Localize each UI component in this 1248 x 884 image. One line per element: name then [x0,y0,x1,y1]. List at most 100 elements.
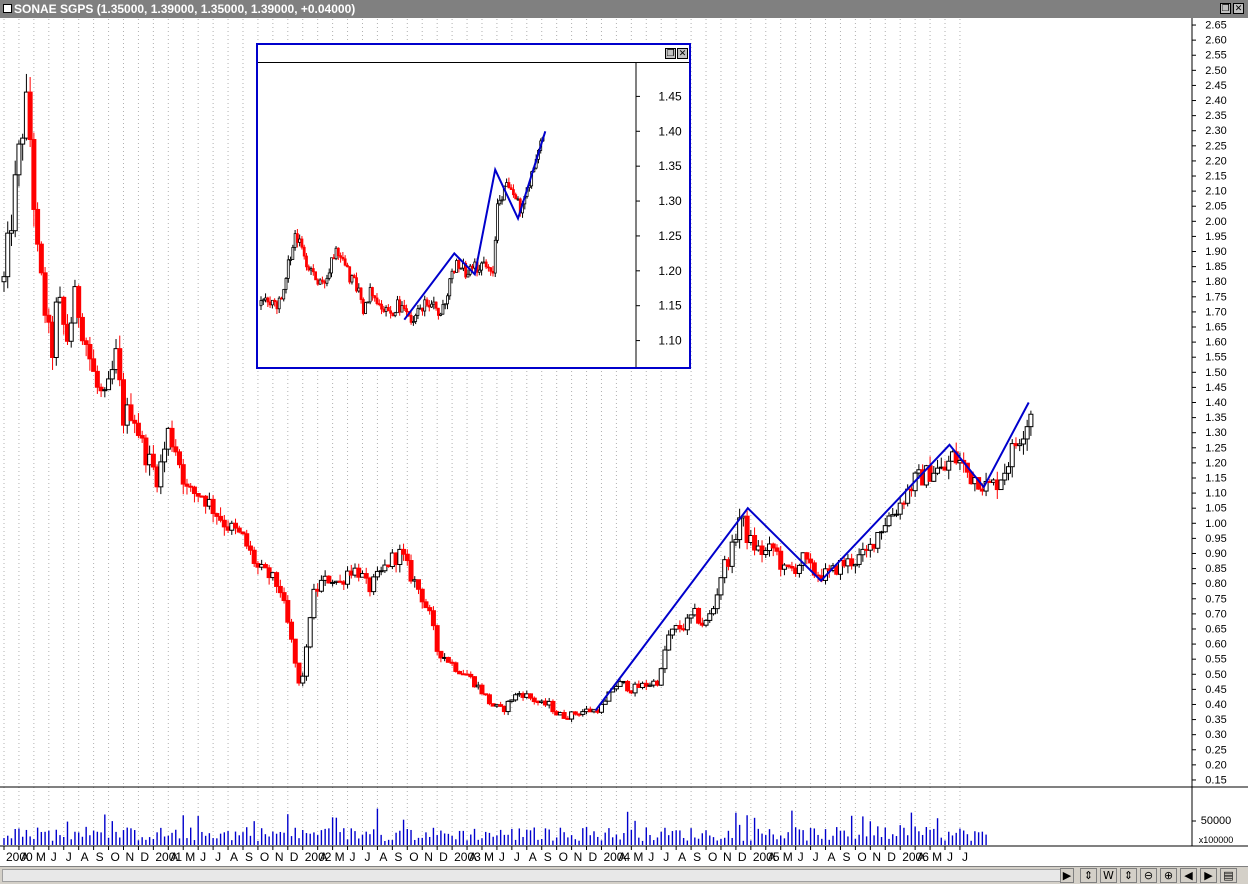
candle-body [770,543,776,549]
panel-icon[interactable]: ▤ [1220,868,1237,883]
inset-candle-body [489,267,493,272]
inset-candle-body [375,297,379,304]
price-tick-label: 1.65 [1205,322,1226,334]
inset-chart-window[interactable]: ❐ ✕ 1.10 1.15 1.20 1.25 1.30 1.35 1.40 1.45 [256,43,691,369]
candle-body [486,694,492,705]
inset-candle-body [400,305,404,313]
date-tick-label: S [842,850,850,864]
inset-candle-body [343,258,347,266]
zoom-out-icon[interactable]: ⊖ [1140,868,1157,883]
inset-price-tick-label: 1.35 [658,159,682,173]
inset-candle-body [455,260,458,273]
date-tick-label: A [81,850,89,864]
price-tick-label: 1.45 [1205,382,1226,394]
horizontal-scrollbar[interactable] [2,869,1070,882]
price-tick-label: 2.30 [1205,125,1226,137]
date-tick-label: M [484,850,494,864]
candle-body [479,684,485,695]
date-tick-label: 2000 [6,850,33,864]
inset-candle-body [448,278,452,297]
inset-candle-body [348,266,352,283]
price-tick-label: 1.25 [1205,442,1226,454]
date-tick-label: J [364,850,370,864]
date-tick-label: J [66,850,72,864]
candle-body [550,700,556,713]
scroll-right-button[interactable]: ▶ [1060,868,1074,883]
inset-price-tick-label: 1.45 [658,89,682,103]
date-tick-label: D [140,850,149,864]
date-tick-label: A [529,850,537,864]
inset-candle-body [373,295,377,299]
inset-candle-body [496,203,499,241]
inset-candle-body [327,272,331,279]
zoom-in-icon[interactable]: ⊕ [1160,868,1177,883]
candle-body [177,451,183,466]
inset-candle-body [341,256,345,260]
restore-icon[interactable]: ❐ [1220,3,1231,14]
price-tick-label: 1.85 [1205,261,1226,273]
weekly-button[interactable]: W [1100,868,1117,883]
date-tick-label: 2004 [603,850,630,864]
inset-restore-icon[interactable]: ❐ [665,48,676,59]
price-tick-label: 0.70 [1205,608,1226,620]
inset-candle-body [484,261,488,268]
candle-body [180,464,186,485]
date-tick-label: S [245,850,253,864]
inset-candle-body [457,260,461,269]
inset-candle-body [282,289,286,300]
date-tick-label: J [350,850,356,864]
date-tick-label: 2005 [753,850,780,864]
date-tick-label: A [618,850,626,864]
inset-candle-body [436,307,440,316]
inset-candle-body [300,238,304,248]
price-tick-label: 0.20 [1205,759,1226,771]
price-tick-label: 0.40 [1205,699,1226,711]
inset-candle-body [350,275,354,283]
price-tick-label: 1.35 [1205,412,1226,424]
candle-body [718,577,724,596]
inset-candle-body [441,304,445,315]
candle-body [285,600,291,623]
inset-candle-body [482,261,486,264]
date-tick-label: J [962,850,968,864]
inset-candle-body [309,268,313,271]
date-tick-label: N [574,850,583,864]
price-tick-label: 1.95 [1205,231,1226,243]
fit-icon[interactable]: ⇕ [1080,868,1097,883]
date-tick-label: M [633,850,643,864]
inset-candle-body [507,182,511,189]
inset-candle-body [471,265,474,269]
inset-candle-body [509,187,513,190]
date-tick-label: A [768,850,776,864]
inset-candle-body [416,308,420,316]
candle-body [856,554,862,565]
date-tick-label: J [648,850,654,864]
candle-body [128,404,134,421]
candle-body [453,662,459,672]
date-tick-label: S [544,850,552,864]
candle-body [68,322,74,342]
inset-candle-body [393,312,397,317]
inset-price-tick-label: 1.40 [658,124,682,138]
date-tick-label: 2006 [902,850,929,864]
candle-body [169,427,175,448]
volume-bars [3,808,987,845]
price-tick-label: 2.15 [1205,171,1226,183]
candle-body [763,550,769,556]
candle-body [162,448,168,463]
candle-body [669,628,675,636]
candle-body [76,286,82,318]
prev-icon[interactable]: ◀ [1180,868,1197,883]
inset-close-icon[interactable]: ✕ [677,48,688,59]
next-icon[interactable]: ▶ [1200,868,1217,883]
price-tick-label: 1.60 [1205,337,1226,349]
close-icon[interactable]: ✕ [1233,3,1244,14]
window-title-bar: SONAE SGPS (1.35000, 1.39000, 1.35000, 1… [0,0,1248,18]
candle-body [307,617,313,648]
candle-body [109,369,115,380]
inset-candle-body [491,270,495,274]
inset-candle-body [314,271,317,281]
date-tick-label: J [813,850,819,864]
price-tick-label: 0.65 [1205,623,1226,635]
height-icon[interactable]: ⇕ [1120,868,1137,883]
